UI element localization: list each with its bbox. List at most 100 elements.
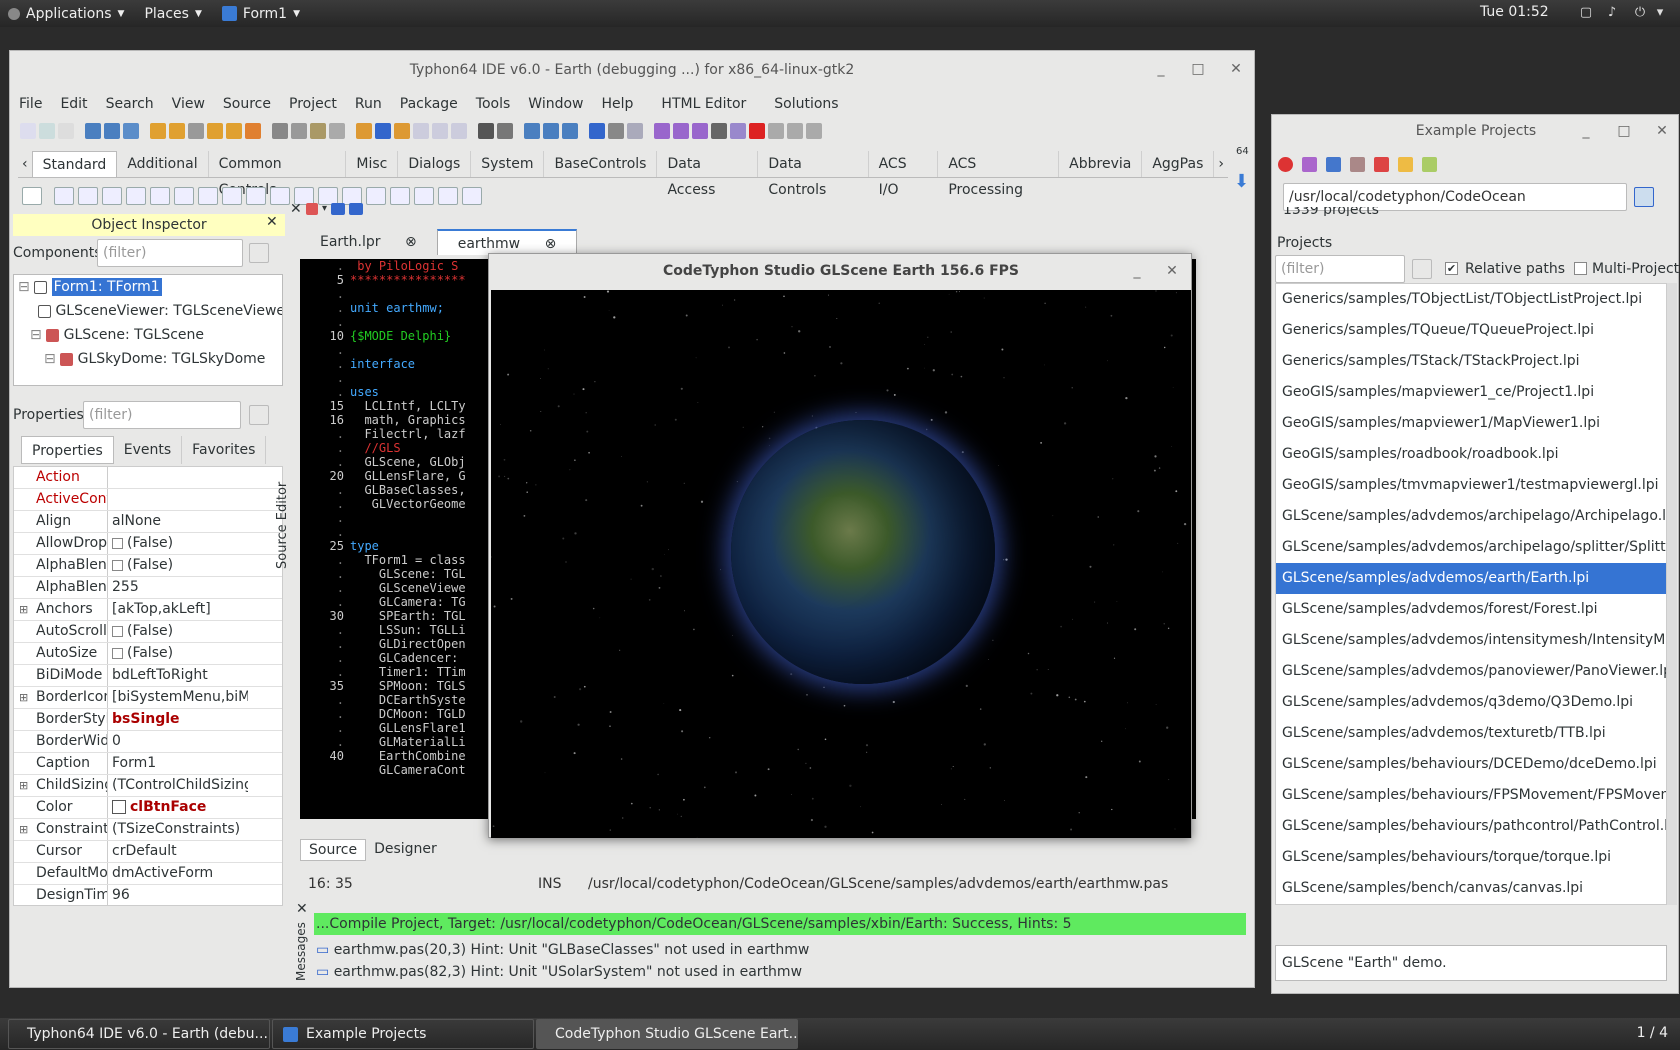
projects-filter-input[interactable]: (filter) [1275, 255, 1405, 283]
property-row[interactable]: Caption Form1 [14, 753, 282, 775]
task-ide[interactable]: Typhon64 IDE v6.0 - Earth (debu... [8, 1019, 270, 1049]
tools-icon[interactable] [562, 123, 578, 139]
scissors-icon[interactable] [608, 123, 624, 139]
tree-item[interactable]: ⊟ GLScene: TGLScene [14, 323, 282, 347]
expand-icon[interactable]: ⊞ [19, 599, 28, 620]
project-item[interactable]: Generics/samples/TObjectList/TObjectList… [1276, 284, 1666, 315]
tree-item[interactable]: GLSceneViewer: TGLSceneViewer [14, 299, 282, 323]
chevron-down-icon[interactable]: ▾ [322, 203, 327, 215]
property-value[interactable]: bdLeftToRight [108, 665, 248, 686]
property-row[interactable]: ⊞ Constraints (TSizeConstraints) [14, 819, 282, 841]
close-icon[interactable]: ✕ [296, 901, 308, 917]
expand-icon[interactable]: ⊞ [19, 775, 28, 796]
menu-help[interactable]: Help [593, 93, 643, 115]
radio-component-icon[interactable] [246, 187, 266, 205]
forward-icon[interactable] [349, 203, 364, 215]
properties-filter-input[interactable]: (filter) [83, 401, 241, 429]
pointer-tool-icon[interactable] [22, 187, 42, 205]
project-item[interactable]: GLScene/samples/behaviours/pathcontrol/P… [1276, 811, 1666, 842]
property-checkbox[interactable] [112, 647, 123, 659]
property-value[interactable]: alNone [108, 511, 248, 532]
run-icon[interactable] [692, 123, 708, 139]
components-filter-input[interactable]: (filter) [97, 239, 243, 267]
tab-earth-lpr[interactable]: Earth.lpr ⊗ [300, 229, 437, 255]
filter-options-icon[interactable] [249, 405, 269, 425]
settings-icon[interactable] [524, 123, 540, 139]
stop-icon[interactable] [749, 123, 765, 139]
property-value[interactable]: bsSingle [108, 709, 248, 730]
hint-message[interactable]: ▭ earthmw.pas(20,3) Hint: Unit "GLBaseCl… [316, 942, 809, 958]
property-value[interactable]: (TControlChildSizing) [108, 775, 248, 796]
menu-tools[interactable]: Tools [467, 93, 520, 115]
close-icon[interactable]: ✕ [1654, 123, 1670, 139]
glscene-title[interactable]: CodeTyphon Studio GLScene Earth 156.6 FP… [489, 254, 1193, 289]
build-project-icon[interactable] [1422, 157, 1437, 172]
property-row[interactable]: AllowDropFile(False) [14, 533, 282, 555]
palette-tab[interactable]: Misc [346, 151, 399, 177]
places-menu[interactable]: Places ▼ [136, 6, 213, 22]
project-item[interactable]: GLScene/samples/advdemos/archipelago/spl… [1276, 532, 1666, 563]
project-item[interactable]: GLScene/samples/advdemos/archipelago/Arc… [1276, 501, 1666, 532]
project-item[interactable]: Generics/samples/TStack/TStackProject.lp… [1276, 346, 1666, 377]
popup-menu-component-icon[interactable] [78, 187, 98, 205]
palette-tab[interactable]: Data Access [657, 151, 759, 198]
palette-tab[interactable]: Standard [31, 151, 118, 177]
property-value[interactable] [108, 467, 248, 488]
menu-source[interactable]: Source [214, 93, 280, 115]
project-item[interactable]: GeoGIS/samples/roadbook/roadbook.lpi [1276, 439, 1666, 470]
property-value[interactable]: 0 [108, 731, 248, 752]
brush-icon[interactable] [1326, 157, 1341, 172]
hint-message[interactable]: ▭ earthmw.pas(82,3) Hint: Unit "USolarSy… [316, 964, 802, 980]
property-row[interactable]: Color clBtnFace [14, 797, 282, 819]
project-add-icon[interactable] [394, 123, 410, 139]
toggle-form-icon[interactable] [413, 123, 429, 139]
property-value[interactable]: clBtnFace [108, 797, 248, 818]
project-inspector-icon[interactable] [375, 123, 391, 139]
button-component-icon[interactable] [102, 187, 122, 205]
home-icon[interactable] [306, 203, 318, 215]
run-config-icon[interactable] [654, 123, 670, 139]
palette-tab[interactable]: Common Controls [209, 151, 347, 198]
save-all-icon[interactable] [310, 123, 326, 139]
property-value[interactable]: crDefault [108, 841, 248, 862]
project-item[interactable]: GLScene/samples/advdemos/forest/Forest.l… [1276, 594, 1666, 625]
tab-events[interactable]: Events [114, 436, 183, 464]
palette-tab[interactable]: Dialogs [398, 151, 472, 177]
menu-project[interactable]: Project [280, 93, 346, 115]
new-unit-icon[interactable] [39, 123, 55, 139]
close-icon[interactable]: ✕ [290, 201, 302, 217]
new-form-icon[interactable] [58, 123, 74, 139]
ruler-icon[interactable] [589, 123, 605, 139]
download-arrow-icon[interactable]: ⬇ [1234, 171, 1249, 192]
step-out-icon[interactable] [806, 123, 822, 139]
open-dropdown-icon[interactable] [272, 123, 288, 139]
close-icon[interactable]: ⊗ [395, 234, 427, 250]
open-icon[interactable] [85, 123, 101, 139]
save-icon[interactable] [291, 123, 307, 139]
project-item[interactable]: Generics/samples/TQueue/TQueueProject.lp… [1276, 315, 1666, 346]
project-item[interactable]: GeoGIS/samples/mapviewer1/MapViewer1.lpi [1276, 408, 1666, 439]
minimize-icon[interactable]: _ [1153, 61, 1169, 77]
property-row[interactable]: Align alNone [14, 511, 282, 533]
close-icon[interactable]: ✕ [266, 214, 278, 230]
palette-tab[interactable]: System [471, 151, 545, 177]
package-install-icon[interactable] [226, 123, 242, 139]
screen-icon[interactable]: ▢ [1578, 5, 1594, 21]
property-value[interactable]: [akTop,akLeft] [108, 599, 248, 620]
package-build-icon[interactable] [245, 123, 261, 139]
view-units-icon[interactable] [432, 123, 448, 139]
pause-icon[interactable] [730, 123, 746, 139]
debug-config-icon[interactable] [673, 123, 689, 139]
expand-icon[interactable]: ⊞ [19, 819, 28, 840]
property-row[interactable]: DesignTimePF96 [14, 885, 282, 905]
task-glscene[interactable]: CodeTyphon Studio GLScene Eart... [536, 1019, 798, 1049]
copy-project-icon[interactable] [1350, 157, 1365, 172]
compile-icon[interactable] [478, 123, 494, 139]
property-row[interactable]: AlphaBlend (False) [14, 555, 282, 577]
menu-file[interactable]: File [10, 93, 51, 115]
applications-menu[interactable]: Applications ▼ [0, 6, 136, 22]
tab-earthmw[interactable]: earthmw ⊗ [436, 229, 578, 255]
property-row[interactable]: DefaultMonitodmActiveForm [14, 863, 282, 885]
menu-edit[interactable]: Edit [51, 93, 96, 115]
property-value[interactable]: (False) [108, 643, 248, 664]
